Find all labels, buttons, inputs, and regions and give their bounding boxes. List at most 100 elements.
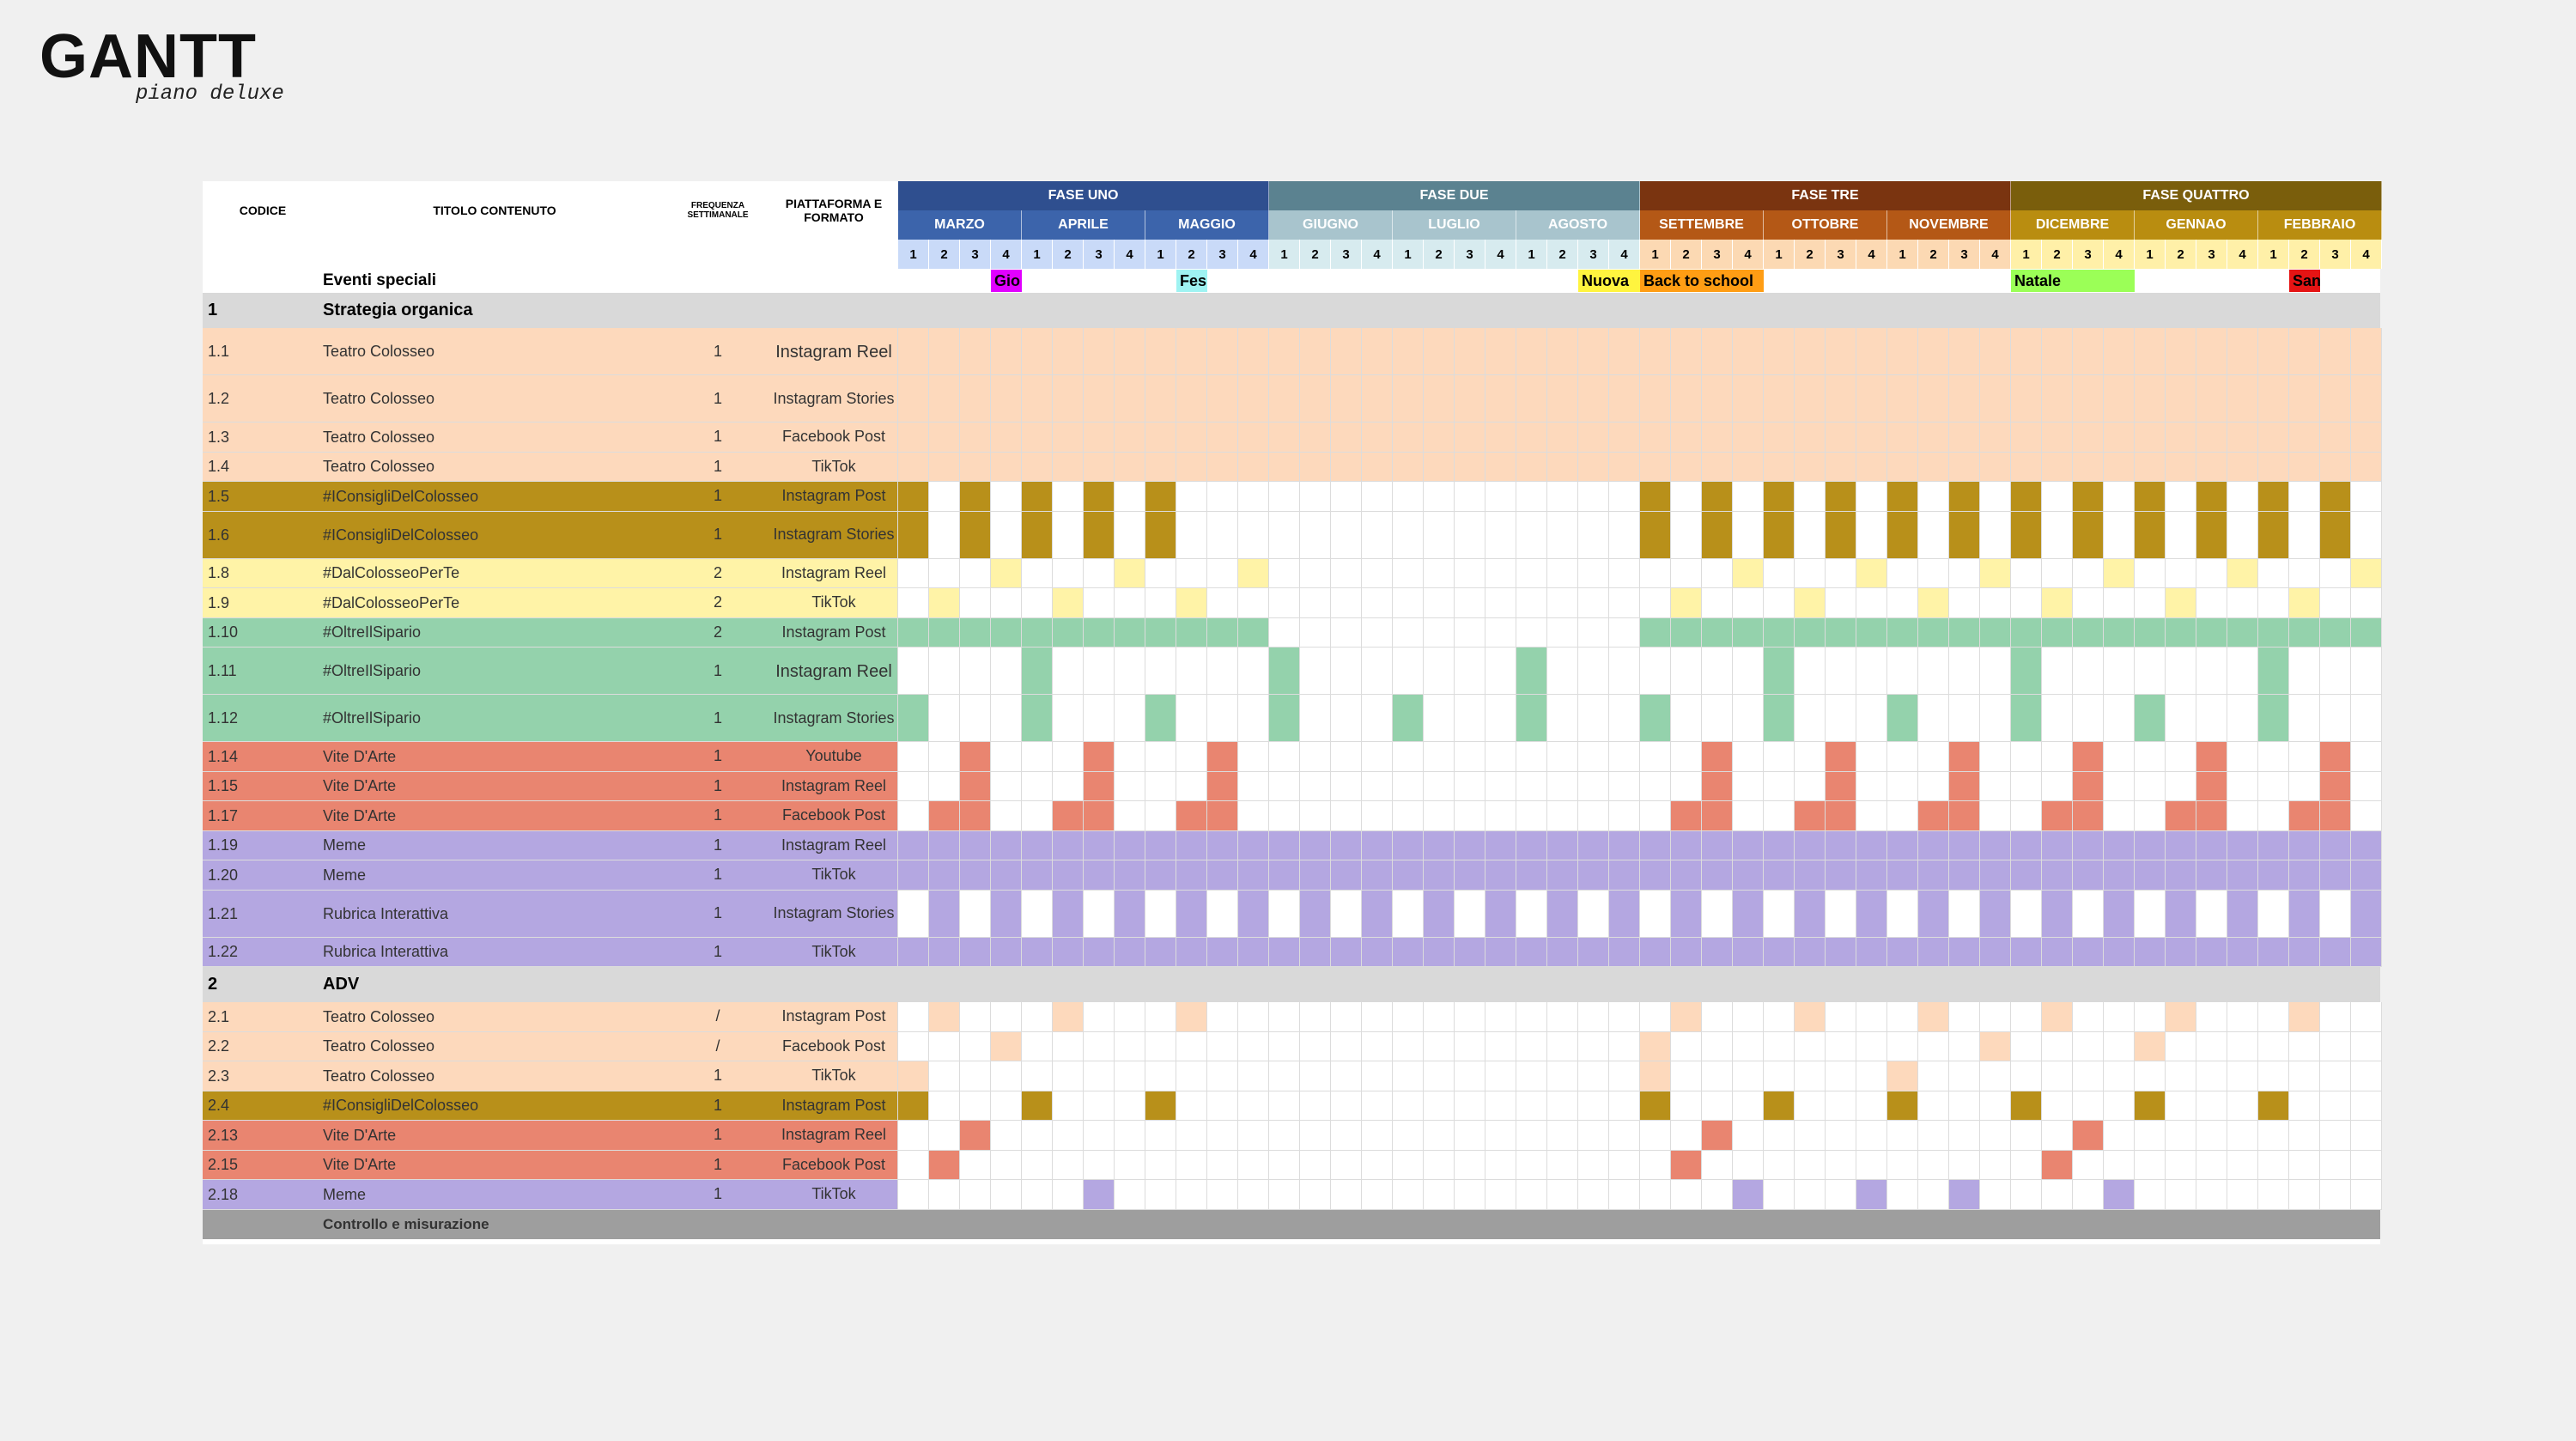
timeline-cell bbox=[1424, 588, 1455, 618]
week-number: 2 bbox=[1795, 240, 1826, 269]
timeline-cell bbox=[1115, 1121, 1145, 1151]
week-number: 1 bbox=[1516, 240, 1547, 269]
timeline-cell bbox=[1485, 1180, 1516, 1210]
timeline-cell bbox=[2166, 1180, 2196, 1210]
timeline-cell bbox=[960, 511, 991, 559]
timeline-cell bbox=[1856, 423, 1887, 453]
week-number: 3 bbox=[2320, 240, 2351, 269]
timeline-cell bbox=[960, 801, 991, 831]
timeline-cell bbox=[1547, 1121, 1578, 1151]
timeline-cell bbox=[2196, 328, 2227, 375]
task-code: 1.1 bbox=[208, 343, 230, 360]
timeline-cell bbox=[1238, 648, 1269, 695]
timeline-cell bbox=[1516, 1150, 1547, 1180]
timeline-cell bbox=[1238, 423, 1269, 453]
timeline-cell bbox=[1300, 558, 1331, 588]
timeline-cell bbox=[1053, 830, 1084, 860]
timeline-cell bbox=[1362, 375, 1393, 423]
timeline-cell bbox=[2289, 695, 2320, 742]
timeline-cell bbox=[1640, 648, 1671, 695]
timeline-cell bbox=[2196, 860, 2227, 891]
timeline-cell bbox=[1856, 860, 1887, 891]
timeline-cell bbox=[2011, 1121, 2042, 1151]
timeline-cell bbox=[898, 890, 929, 938]
timeline-cell bbox=[1207, 423, 1238, 453]
timeline-cell bbox=[2011, 452, 2042, 482]
timeline-cell bbox=[1022, 695, 1053, 742]
timeline-cell bbox=[1887, 771, 1918, 801]
task-title: Rubrica Interattiva bbox=[323, 943, 449, 961]
timeline-cell bbox=[1640, 328, 1671, 375]
timeline-cell bbox=[2258, 1150, 2289, 1180]
section-code: 1 bbox=[208, 301, 218, 319]
timeline-cell bbox=[1733, 1180, 1764, 1210]
timeline-cell bbox=[1918, 801, 1949, 831]
timeline-cell bbox=[1115, 452, 1145, 482]
timeline-cell bbox=[2073, 482, 2104, 512]
timeline-cell bbox=[1795, 423, 1826, 453]
timeline-cell bbox=[1022, 558, 1053, 588]
timeline-cell bbox=[2196, 375, 2227, 423]
timeline-cell bbox=[1022, 860, 1053, 891]
timeline-cell bbox=[1269, 648, 1300, 695]
timeline-cell bbox=[991, 423, 1022, 453]
timeline-cell bbox=[1207, 937, 1238, 967]
timeline-cell bbox=[2227, 890, 2258, 938]
timeline-cell bbox=[1053, 328, 1084, 375]
timeline-cell bbox=[1238, 1121, 1269, 1151]
timeline-cell bbox=[1207, 830, 1238, 860]
timeline-cell bbox=[1980, 328, 2011, 375]
timeline-cell bbox=[2227, 423, 2258, 453]
task-platform: Facebook Post bbox=[781, 428, 886, 446]
timeline-cell bbox=[1053, 482, 1084, 512]
timeline-cell bbox=[1764, 771, 1795, 801]
timeline-cell bbox=[2196, 1091, 2227, 1121]
timeline-cell bbox=[2104, 1031, 2135, 1061]
special-event: San bbox=[2289, 270, 2320, 292]
timeline-cell bbox=[1424, 1061, 1455, 1091]
timeline-cell bbox=[2166, 423, 2196, 453]
timeline-cell bbox=[898, 1091, 929, 1121]
timeline-cell bbox=[2104, 452, 2135, 482]
timeline-cell bbox=[1053, 937, 1084, 967]
timeline-cell bbox=[1795, 588, 1826, 618]
timeline-cell bbox=[2042, 648, 2073, 695]
timeline-cell bbox=[2166, 890, 2196, 938]
task-title: Teatro Colosseo bbox=[323, 390, 435, 407]
timeline-cell bbox=[1826, 558, 1856, 588]
timeline-cell bbox=[1609, 890, 1640, 938]
timeline-cell bbox=[1949, 617, 1980, 648]
timeline-cell bbox=[1053, 375, 1084, 423]
week-number: 4 bbox=[1856, 240, 1887, 269]
timeline-cell bbox=[1053, 452, 1084, 482]
task-frequency: 2 bbox=[713, 563, 722, 581]
timeline-cell bbox=[2073, 1180, 2104, 1210]
timeline-cell bbox=[1980, 1180, 2011, 1210]
timeline-cell bbox=[2227, 511, 2258, 559]
timeline-cell bbox=[2073, 558, 2104, 588]
timeline-cell bbox=[1980, 890, 2011, 938]
timeline-cell bbox=[1115, 830, 1145, 860]
timeline-cell bbox=[1145, 375, 1176, 423]
timeline-cell bbox=[1918, 328, 1949, 375]
timeline-cell bbox=[1764, 617, 1795, 648]
timeline-cell bbox=[2351, 695, 2382, 742]
timeline-cell bbox=[1640, 830, 1671, 860]
phase-header: FASE UNO bbox=[898, 181, 1269, 210]
timeline-cell bbox=[1269, 1121, 1300, 1151]
timeline-cell bbox=[1578, 695, 1609, 742]
timeline-cell bbox=[1331, 860, 1362, 891]
timeline-cell bbox=[1856, 375, 1887, 423]
task-frequency: 1 bbox=[713, 1155, 722, 1173]
timeline-cell bbox=[1918, 1121, 1949, 1151]
timeline-cell bbox=[1485, 1031, 1516, 1061]
timeline-cell bbox=[2289, 617, 2320, 648]
timeline-cell bbox=[2042, 328, 2073, 375]
timeline-cell bbox=[1918, 830, 1949, 860]
timeline-cell bbox=[2135, 1121, 2166, 1151]
timeline-cell bbox=[1393, 375, 1424, 423]
timeline-cell bbox=[1300, 1150, 1331, 1180]
timeline-cell bbox=[1887, 742, 1918, 772]
timeline-cell bbox=[2042, 375, 2073, 423]
timeline-cell bbox=[1671, 648, 1702, 695]
